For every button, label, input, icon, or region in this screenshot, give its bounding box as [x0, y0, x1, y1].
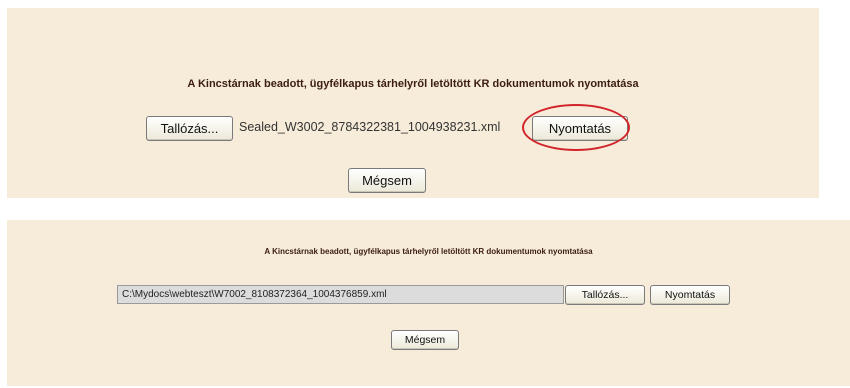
dialog-title: A Kincstárnak beadott, ügyfélkapus tárhe… [187, 78, 639, 90]
dialog-title: A Kincstárnak beadott, ügyfélkapus tárhe… [264, 247, 593, 256]
cancel-button[interactable]: Mégsem [391, 330, 459, 350]
print-dialog-bottom: A Kincstárnak beadott, ügyfélkapus tárhe… [7, 220, 850, 386]
print-button[interactable]: Nyomtatás [650, 285, 730, 305]
selected-filename: Sealed_W3002_8784322381_1004938231.xml [239, 120, 501, 134]
browse-button[interactable]: Tallózás... [565, 285, 645, 305]
file-path-input[interactable]: C:\Mydocs\webteszt\W7002_8108372364_1004… [117, 285, 564, 304]
print-dialog-top: A Kincstárnak beadott, ügyfélkapus tárhe… [7, 8, 819, 198]
cancel-button[interactable]: Mégsem [348, 168, 426, 193]
browse-button[interactable]: Tallózás... [146, 116, 233, 141]
highlight-circle [522, 104, 630, 151]
